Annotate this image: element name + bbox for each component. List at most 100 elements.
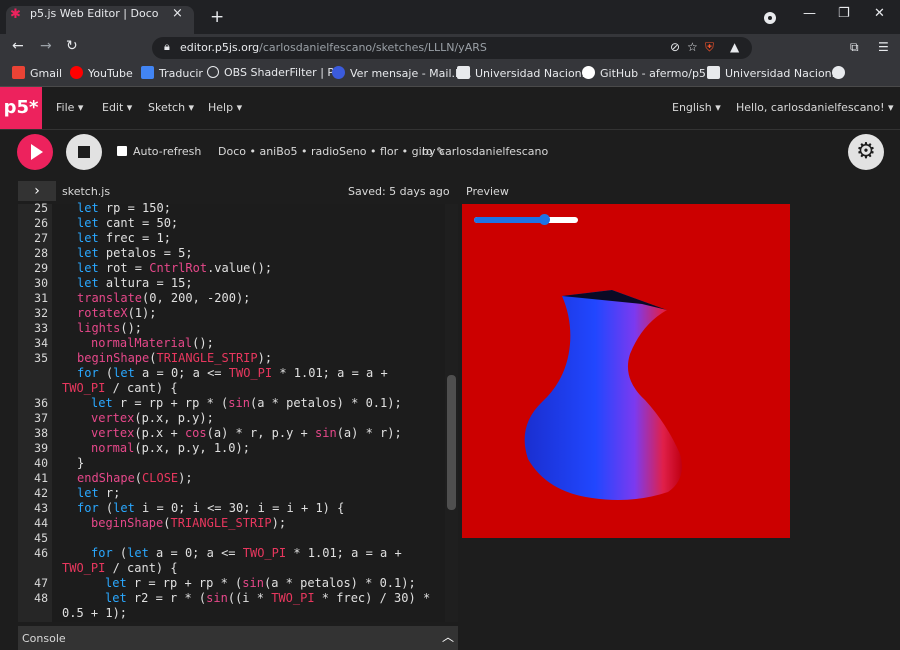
- youtube-icon: [70, 66, 83, 79]
- close-tab-icon[interactable]: ×: [172, 6, 183, 21]
- sketch-name[interactable]: Doco • aniBo5 • radioSeno • flor • giro …: [218, 145, 445, 158]
- bookmark-github[interactable]: GitHub - afermo/p5...: [582, 66, 716, 80]
- line-number: 48: [34, 591, 48, 605]
- stop-button[interactable]: [66, 134, 102, 170]
- line-number: 37: [34, 411, 48, 425]
- code-line: let petalos = 5;: [77, 246, 193, 260]
- menu-sketch[interactable]: Sketch ▾: [148, 101, 194, 114]
- menu-file[interactable]: File ▾: [56, 101, 83, 114]
- code-line: translate(0, 200, -200);: [77, 291, 251, 305]
- bookmark-obs[interactable]: OBS ShaderFilter | P...: [207, 66, 343, 79]
- code-line: beginShape(TRIANGLE_STRIP);: [77, 351, 273, 365]
- github-icon: [582, 66, 595, 79]
- mail-icon: [332, 66, 345, 79]
- auto-refresh-label: Auto-refresh: [133, 145, 202, 158]
- user-menu[interactable]: Hello, carlosdanielfescano! ▾: [736, 101, 894, 114]
- line-number: 46: [34, 546, 48, 560]
- code-line: TWO_PI / cant) {: [62, 381, 178, 395]
- window-minimize-button[interactable]: —: [803, 6, 816, 21]
- bookmark-universidad-1[interactable]: Universidad Nacion...: [457, 66, 592, 80]
- window-close-button[interactable]: ✕: [874, 6, 885, 21]
- record-icon[interactable]: [764, 12, 776, 24]
- line-number: 45: [34, 531, 48, 545]
- code-line: let frec = 1;: [77, 231, 171, 245]
- rotation-slider-fill: [474, 217, 544, 223]
- bookmark-traducir[interactable]: Traducir: [141, 66, 203, 80]
- sketch-author: by carlosdanielfescano: [422, 145, 549, 158]
- bookmark-mail[interactable]: Ver mensaje - Mail.L...: [332, 66, 472, 80]
- menu-icon[interactable]: ☰: [878, 40, 889, 54]
- code-line: endShape(CLOSE);: [77, 471, 193, 485]
- code-line: for (let a = 0; a <= TWO_PI * 1.01; a = …: [91, 546, 402, 560]
- code-line: let altura = 15;: [77, 276, 193, 290]
- language-select[interactable]: English ▾: [672, 101, 721, 114]
- menu-help[interactable]: Help ▾: [208, 101, 242, 114]
- code-line: for (let a = 0; a <= TWO_PI * 1.01; a = …: [77, 366, 388, 380]
- bookmark-youtube[interactable]: YouTube: [70, 66, 133, 80]
- lock-icon[interactable]: 🔒︎: [164, 40, 170, 54]
- line-number: 27: [34, 231, 48, 245]
- code-line: vertex(p.x, p.y);: [91, 411, 214, 425]
- url-text[interactable]: editor.p5js.org/carlosdanielfescano/sket…: [180, 41, 487, 54]
- new-tab-button[interactable]: +: [210, 9, 224, 26]
- window-maximize-button[interactable]: ❐: [838, 6, 850, 21]
- code-line: beginShape(TRIANGLE_STRIP);: [91, 516, 287, 530]
- code-line: let r = rp + rp * (sin(a * petalos) * 0.…: [105, 576, 416, 590]
- console-label: Console: [22, 632, 66, 645]
- line-number: 44: [34, 516, 48, 530]
- preview-label: Preview: [466, 185, 509, 198]
- obs-icon: [207, 66, 219, 78]
- auto-refresh-checkbox[interactable]: [117, 146, 127, 156]
- gmail-icon: [12, 66, 25, 79]
- chevron-up-icon[interactable]: ︿: [442, 628, 454, 645]
- file-name: sketch.js: [62, 185, 111, 198]
- preview-canvas[interactable]: [462, 204, 790, 538]
- page-icon: [707, 66, 720, 79]
- bookmark-globe[interactable]: [832, 66, 850, 80]
- rewards-triangle-icon[interactable]: ▲: [730, 40, 739, 54]
- menu-edit[interactable]: Edit ▾: [102, 101, 132, 114]
- code-line: let r;: [77, 486, 121, 500]
- tab-title: p5.js Web Editor | Doco • aniBo5 •: [30, 7, 162, 20]
- console-bar[interactable]: [18, 626, 458, 650]
- bookmark-star-icon[interactable]: ☆: [687, 40, 698, 54]
- line-number: 35: [34, 351, 48, 365]
- line-number: 38: [34, 426, 48, 440]
- p5-favicon-icon: ✱: [10, 7, 21, 22]
- line-number: 47: [34, 576, 48, 590]
- page-icon: [457, 66, 470, 79]
- bookmark-universidad-2[interactable]: Universidad Nacion...: [707, 66, 842, 80]
- line-number: 26: [34, 216, 48, 230]
- sidebar-toggle-chevron-icon[interactable]: ›: [18, 181, 56, 201]
- line-number: 30: [34, 276, 48, 290]
- line-number: 32: [34, 306, 48, 320]
- line-number: 43: [34, 501, 48, 515]
- line-number: 36: [34, 396, 48, 410]
- p5-logo[interactable]: p5*: [0, 87, 42, 129]
- settings-gear-icon[interactable]: ⚙: [848, 134, 884, 170]
- saved-status: Saved: 5 days ago: [348, 185, 450, 198]
- line-number: 28: [34, 246, 48, 260]
- line-number: 40: [34, 456, 48, 470]
- reload-icon[interactable]: ↻: [66, 38, 78, 54]
- forward-icon[interactable]: →: [40, 38, 52, 54]
- code-line: normalMaterial();: [91, 336, 214, 350]
- vase-render: [524, 290, 682, 500]
- editor-scrollbar-thumb[interactable]: [447, 375, 456, 510]
- camera-blocked-icon[interactable]: ⊘: [670, 40, 680, 54]
- bookmark-gmail[interactable]: Gmail: [12, 66, 62, 80]
- code-line: }: [77, 456, 85, 470]
- code-line: let rot = CntrlRot.value();: [77, 261, 273, 275]
- brave-shield-icon[interactable]: ⛨: [705, 40, 714, 55]
- code-line: lights();: [77, 321, 143, 335]
- code-line: let r = rp + rp * (sin(a * petalos) * 0.…: [91, 396, 402, 410]
- line-number: 39: [34, 441, 48, 455]
- globe-icon: [832, 66, 845, 79]
- rotation-slider-thumb[interactable]: [539, 214, 550, 225]
- line-number: 29: [34, 261, 48, 275]
- extensions-icon[interactable]: ⧉: [850, 40, 859, 55]
- back-icon[interactable]: ←: [12, 38, 24, 54]
- play-button[interactable]: [17, 134, 53, 170]
- code-line: for (let i = 0; i <= 30; i = i + 1) {: [77, 501, 345, 515]
- line-number: 33: [34, 321, 48, 335]
